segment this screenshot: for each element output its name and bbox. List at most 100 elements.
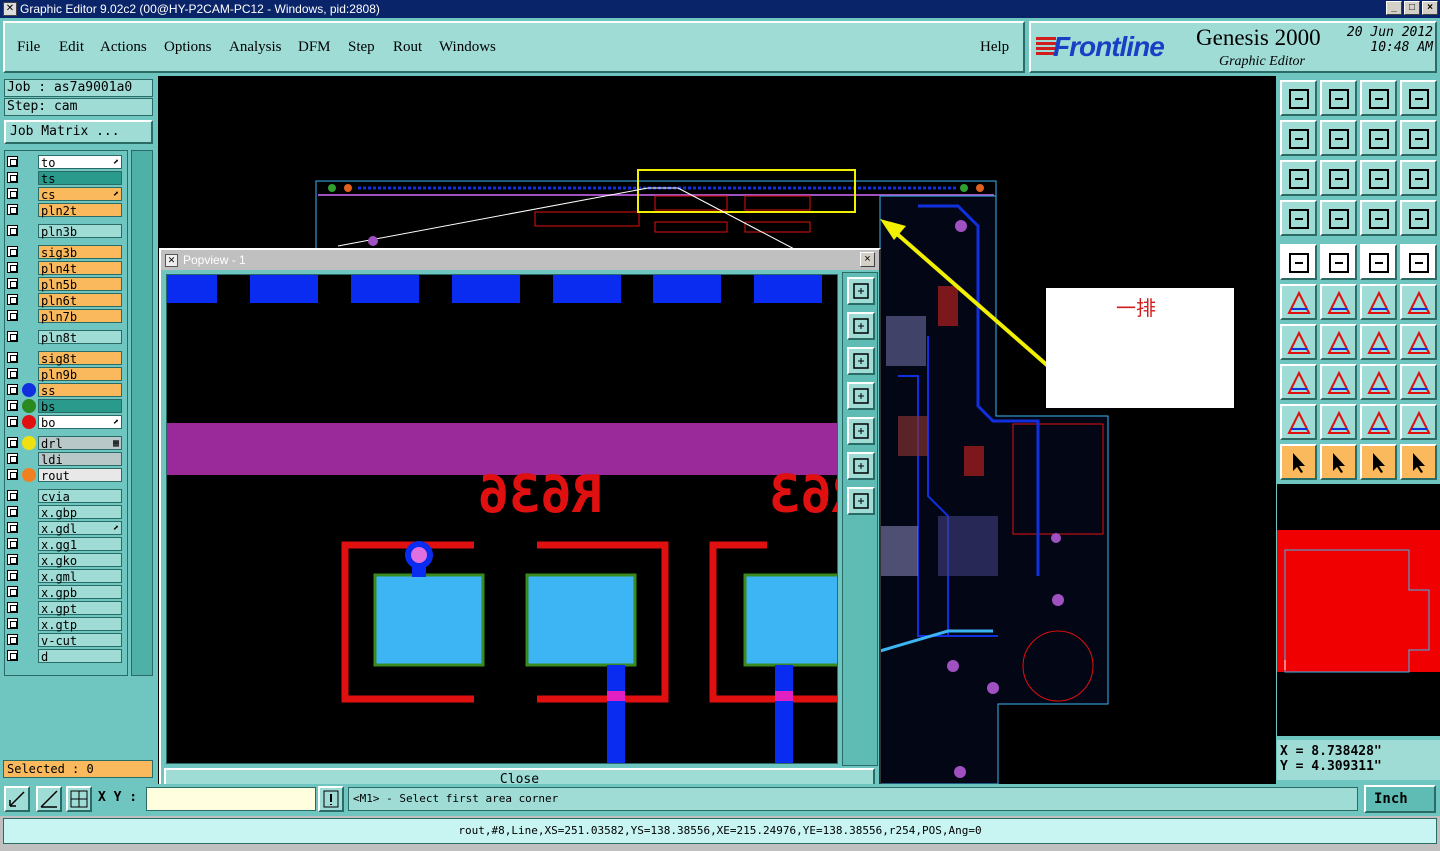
highlight-icon[interactable]: [1320, 244, 1357, 280]
close-window-button[interactable]: ×: [1422, 1, 1438, 15]
layer-name[interactable]: x.gpt: [38, 601, 122, 616]
layer-row-x.gml[interactable]: x.gml: [4, 569, 122, 584]
layer-name[interactable]: pln6t: [38, 293, 122, 308]
layer-name[interactable]: v-cut: [38, 633, 122, 648]
menu-dfm[interactable]: DFM: [298, 39, 331, 56]
measure-icon[interactable]: [36, 786, 62, 812]
layer-row-cs[interactable]: cs ⬈: [4, 187, 122, 202]
layer-name[interactable]: pln5b: [38, 277, 122, 292]
angle-icon[interactable]: [1280, 324, 1317, 360]
layer-toggle-icon[interactable]: [1400, 200, 1437, 236]
layer-row-x.gtp[interactable]: x.gtp: [4, 617, 122, 632]
layer-name[interactable]: d: [38, 649, 122, 664]
layer-color-dot[interactable]: [22, 399, 36, 413]
popview-close-x-button[interactable]: ×: [860, 252, 875, 267]
pointer-box-icon[interactable]: [1320, 444, 1357, 480]
layer-row-pln5b[interactable]: pln5b: [4, 277, 122, 292]
menu-rout[interactable]: Rout: [393, 39, 422, 56]
layer-checkbox[interactable]: [7, 278, 18, 289]
layer-name[interactable]: pln8t: [38, 330, 122, 345]
layer-checkbox[interactable]: [7, 490, 18, 501]
layer-checkbox[interactable]: [7, 310, 18, 321]
layer-row-bo[interactable]: bo ⬈: [4, 415, 122, 430]
layer-row-drl[interactable]: drl ▦: [4, 436, 122, 451]
menu-windows[interactable]: Windows: [439, 39, 496, 56]
flip-icon[interactable]: [1400, 324, 1437, 360]
cross-icon[interactable]: [1320, 284, 1357, 320]
layer-row-ts[interactable]: ts: [4, 171, 122, 186]
layer-row-ss[interactable]: ss: [4, 383, 122, 398]
measure-distance-icon[interactable]: [1360, 364, 1397, 400]
pan-right-icon[interactable]: [1320, 120, 1357, 156]
layer-name[interactable]: cvia: [38, 489, 122, 504]
layer-name[interactable]: pln7b: [38, 309, 122, 324]
layer-color-dot[interactable]: [22, 415, 36, 429]
layer-checkbox[interactable]: [7, 554, 18, 565]
arch-icon[interactable]: [1360, 404, 1397, 440]
triangle-icon[interactable]: [1280, 404, 1317, 440]
line-add-icon[interactable]: [1360, 284, 1397, 320]
layer-row-x.gpb[interactable]: x.gpb: [4, 585, 122, 600]
pan-left-icon[interactable]: [1280, 120, 1317, 156]
minimize-button[interactable]: _: [1386, 1, 1402, 15]
layer-checkbox[interactable]: [7, 331, 18, 342]
layer-color-dot[interactable]: [22, 436, 36, 450]
layer-name[interactable]: sig8t: [38, 351, 122, 366]
xy-input[interactable]: [146, 787, 316, 811]
layer-name[interactable]: rout: [38, 468, 122, 483]
layer-name[interactable]: pln2t: [38, 203, 122, 218]
layer-color-dot[interactable]: [22, 468, 36, 482]
layer-checkbox[interactable]: [7, 469, 18, 480]
layer-checkbox[interactable]: [7, 225, 18, 236]
layer-row-x.gg1[interactable]: x.gg1: [4, 537, 122, 552]
zoom-center-icon[interactable]: [1320, 160, 1357, 196]
job-matrix-button[interactable]: Job Matrix ...: [4, 120, 153, 144]
line-edit-icon[interactable]: [1320, 364, 1357, 400]
layer-row-rout[interactable]: rout: [4, 468, 122, 483]
layer-checkbox[interactable]: [7, 262, 18, 273]
redraw-icon[interactable]: [1400, 120, 1437, 156]
minimap[interactable]: [1277, 484, 1440, 736]
layer-name[interactable]: pln3b: [38, 224, 122, 239]
layer-row-sig8t[interactable]: sig8t: [4, 351, 122, 366]
layer-checkbox[interactable]: [7, 538, 18, 549]
layer-color-dot[interactable]: [22, 383, 36, 397]
layer-checkbox[interactable]: [7, 368, 18, 379]
layer-name[interactable]: bo ⬈: [38, 415, 122, 430]
grid-icon[interactable]: [1320, 200, 1357, 236]
layer-name[interactable]: bs: [38, 399, 122, 414]
zoom-home-icon[interactable]: [1280, 80, 1317, 116]
rotate-icon[interactable]: [1360, 324, 1397, 360]
layer-row-pln4t[interactable]: pln4t: [4, 261, 122, 276]
layer-checkbox[interactable]: [7, 416, 18, 427]
layer-checkbox[interactable]: [7, 586, 18, 597]
layer-name[interactable]: ts: [38, 171, 122, 186]
layer-list-scrollbar[interactable]: [131, 150, 153, 676]
layer-row-pln3b[interactable]: pln3b: [4, 224, 122, 239]
layer-name[interactable]: sig3b: [38, 245, 122, 260]
arch-alt-icon[interactable]: [1400, 404, 1437, 440]
layer-name[interactable]: cs ⬈: [38, 187, 122, 202]
net-icon[interactable]: [1280, 284, 1317, 320]
zoom-area-icon[interactable]: [4, 786, 30, 812]
zoom-home-icon[interactable]: [847, 312, 875, 340]
layer-name[interactable]: x.gtp: [38, 617, 122, 632]
layer-row-sig3b[interactable]: sig3b: [4, 245, 122, 260]
layer-row-x.gko[interactable]: x.gko: [4, 553, 122, 568]
ruler-icon[interactable]: [1360, 244, 1397, 280]
zoom-fit-icon[interactable]: [847, 277, 875, 305]
help-icon[interactable]: [1400, 160, 1437, 196]
layer-row-pln7b[interactable]: pln7b: [4, 309, 122, 324]
layer-checkbox[interactable]: [7, 204, 18, 215]
layer-checkbox[interactable]: [7, 294, 18, 305]
select-icon[interactable]: [1280, 244, 1317, 280]
slash-icon[interactable]: [1320, 324, 1357, 360]
layer-name[interactable]: drl ▦: [38, 436, 122, 451]
layer-checkbox[interactable]: [7, 172, 18, 183]
layer-row-to[interactable]: to ⬈: [4, 155, 122, 170]
layer-row-bs[interactable]: bs: [4, 399, 122, 414]
zoom-out-icon[interactable]: [847, 452, 875, 480]
message-info-icon[interactable]: [318, 786, 344, 812]
scale-1-2-icon[interactable]: [1360, 160, 1397, 196]
menu-file[interactable]: File: [17, 39, 40, 56]
